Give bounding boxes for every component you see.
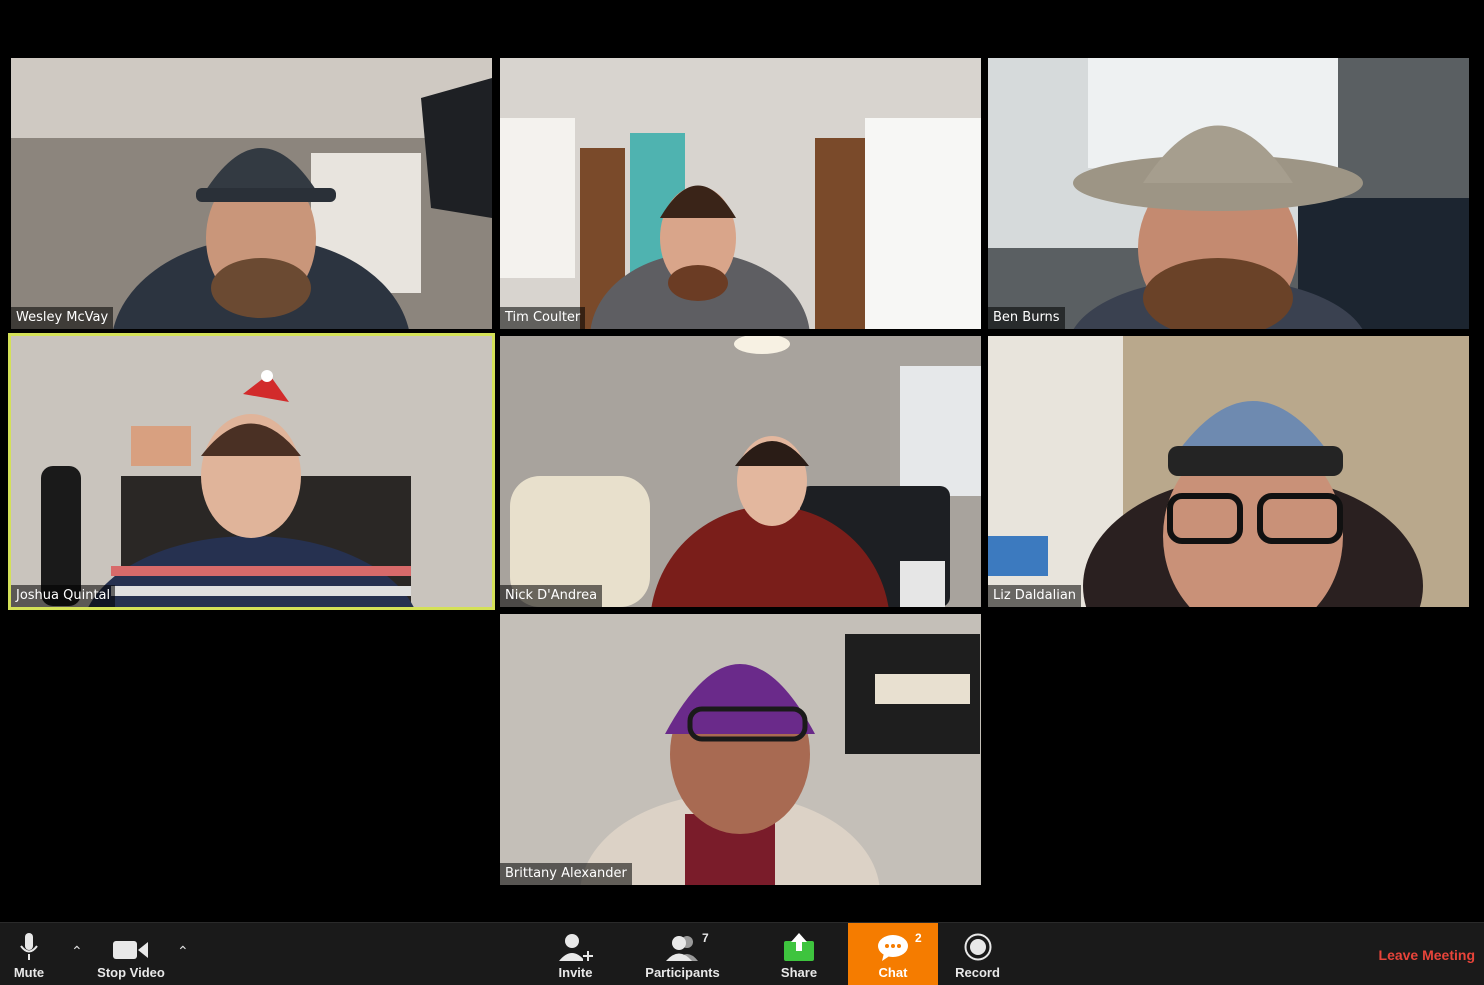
video-tile-tim[interactable]: Tim Coulter: [500, 58, 981, 329]
video-tile-nick[interactable]: Nick D'Andrea: [500, 336, 981, 607]
invite-label: Invite: [558, 965, 593, 980]
participant-video: [11, 58, 492, 329]
invite-button[interactable]: Invite: [548, 923, 603, 985]
participant-video: [500, 614, 981, 885]
share-label: Share: [780, 965, 818, 980]
video-camera-icon: [113, 941, 148, 959]
participant-video: [500, 336, 981, 607]
video-tile-joshua-active-speaker[interactable]: Joshua Quintal: [8, 333, 495, 610]
stop-video-label: Stop Video: [97, 965, 165, 980]
participant-name: Liz Daldalian: [988, 585, 1082, 607]
mute-label: Mute: [13, 965, 45, 980]
participant-name: Joshua Quintal: [11, 585, 116, 607]
record-label: Record: [955, 965, 1000, 980]
record-icon: [964, 933, 991, 961]
chat-bubble-icon: [878, 935, 908, 961]
stop-video-button[interactable]: Stop Video: [92, 923, 170, 985]
participant-name: Ben Burns: [988, 307, 1065, 329]
share-screen-icon: [784, 933, 814, 961]
chat-label: Chat: [878, 965, 908, 980]
participants-count: 7: [702, 931, 709, 945]
mute-button[interactable]: Mute: [5, 923, 53, 985]
participant-video: [988, 58, 1469, 329]
leave-meeting-button[interactable]: Leave Meeting: [1379, 947, 1475, 963]
participants-label: Participants: [645, 965, 720, 980]
participant-video: [11, 336, 492, 607]
video-tile-liz[interactable]: Liz Daldalian: [988, 336, 1469, 607]
caret-up-icon[interactable]: ⌃: [71, 943, 83, 960]
caret-up-icon[interactable]: ⌃: [177, 943, 189, 960]
participant-video: [500, 58, 981, 329]
video-tile-ben[interactable]: Ben Burns: [988, 58, 1469, 329]
chat-button[interactable]: Chat: [848, 923, 938, 985]
participant-name: Wesley McVay: [11, 307, 114, 329]
chat-unread-count: 2: [915, 931, 922, 945]
invite-person-icon: [558, 934, 593, 961]
meeting-toolbar: Mute ⌃ Stop Video ⌃ Invite Participants …: [0, 922, 1484, 985]
video-tile-wesley[interactable]: Wesley McVay: [11, 58, 492, 329]
video-tile-brittany[interactable]: Brittany Alexander: [500, 614, 981, 885]
record-button[interactable]: Record: [950, 923, 1005, 985]
share-button[interactable]: Share: [773, 923, 825, 985]
participant-video: [988, 336, 1469, 607]
participant-name: Nick D'Andrea: [500, 585, 603, 607]
participants-button[interactable]: Participants: [640, 923, 725, 985]
participant-name: Brittany Alexander: [500, 863, 632, 885]
microphone-icon: [20, 933, 38, 960]
participants-icon: [665, 936, 698, 961]
participant-name: Tim Coulter: [500, 307, 586, 329]
